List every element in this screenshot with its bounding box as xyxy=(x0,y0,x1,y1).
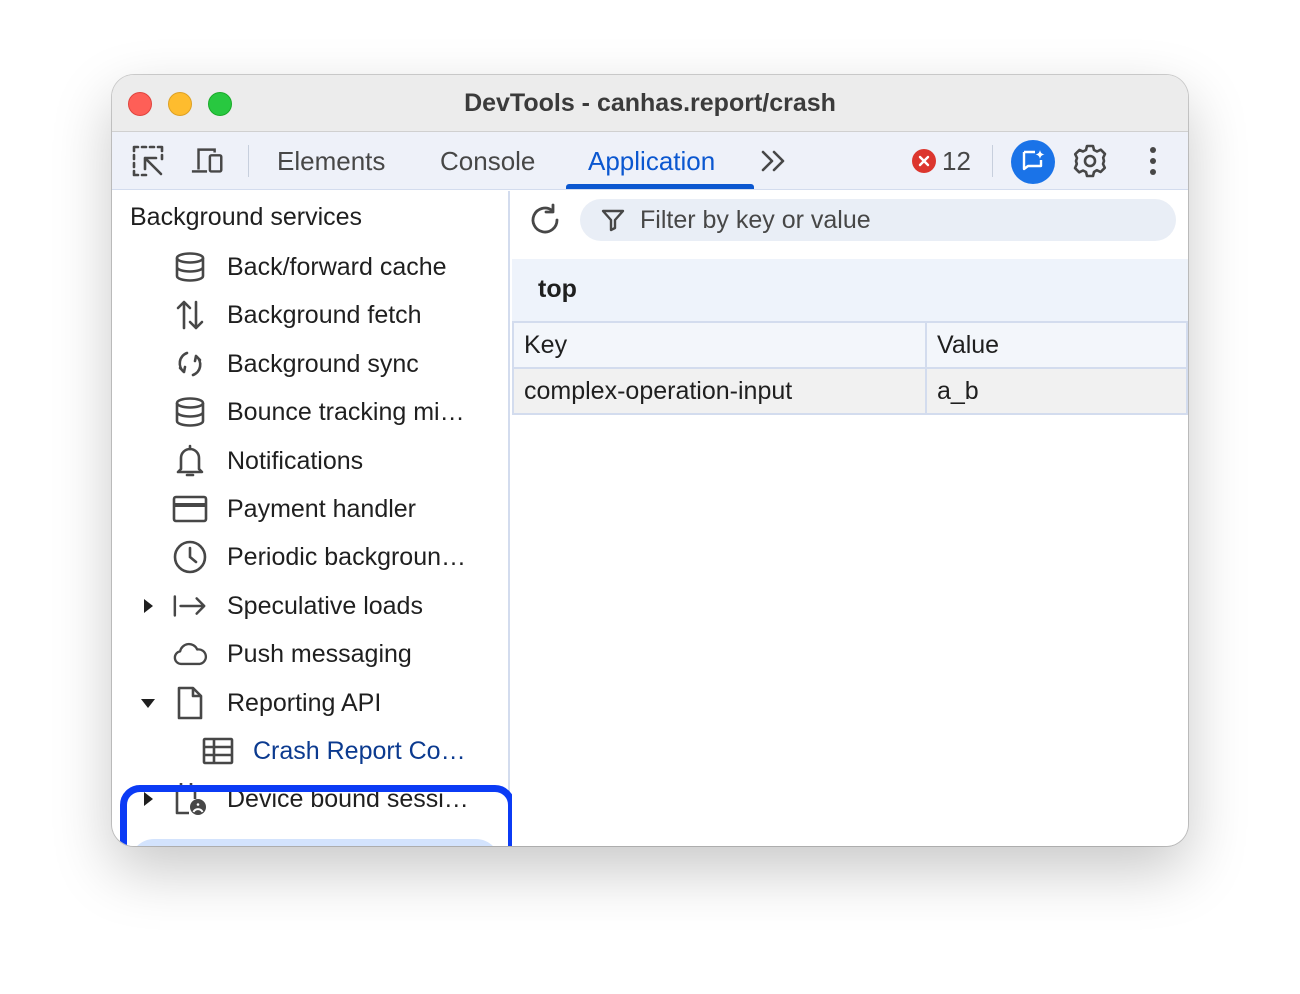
sidebar-item-periodic-background-sync[interactable]: Periodic backgroun… xyxy=(112,534,510,580)
up-down-arrows-icon xyxy=(172,298,208,332)
collapse-arrow-icon[interactable] xyxy=(140,695,156,711)
filter-bar[interactable] xyxy=(580,199,1176,241)
sidebar-item-label: Bounce tracking mi… xyxy=(227,398,465,426)
sidebar-item-label: Notifications xyxy=(227,447,364,475)
sidebar-item-reporting-api[interactable]: Reporting API xyxy=(112,680,510,726)
refresh-icon[interactable] xyxy=(526,201,564,239)
table-cell-value[interactable]: a_b xyxy=(925,367,1188,415)
gear-icon[interactable] xyxy=(1072,144,1108,178)
arrow-right-bar-icon xyxy=(172,589,208,623)
highlight-annotation xyxy=(120,785,515,846)
sidebar-item-label: Back/forward cache xyxy=(227,253,447,281)
title-bar: DevTools - canhas.report/crash xyxy=(112,75,1188,132)
sidebar-item-label: Payment handler xyxy=(227,495,417,523)
table-row[interactable]: complex-operation-input a_b xyxy=(512,367,1188,415)
sidebar-item-payment-handler[interactable]: Payment handler xyxy=(112,486,510,532)
tab-console[interactable]: Console xyxy=(440,146,535,190)
column-header-value[interactable]: Value xyxy=(925,321,1188,369)
sidebar-item-label: Background sync xyxy=(227,350,419,378)
sidebar-item-back-forward-cache[interactable]: Back/forward cache xyxy=(112,244,510,290)
key-value-table: Key Value complex-operation-input a_b xyxy=(512,321,1188,415)
tab-elements[interactable]: Elements xyxy=(277,146,385,190)
sidebar-item-label: Crash Report Co… xyxy=(253,737,466,765)
ai-assistance-button[interactable] xyxy=(1011,140,1055,184)
table-icon xyxy=(200,734,236,768)
sidebar-item-label: Speculative loads xyxy=(227,592,423,620)
error-counter[interactable]: 12 xyxy=(912,145,971,177)
ai-assistance-icon xyxy=(1022,150,1045,171)
expand-arrow-icon[interactable] xyxy=(140,598,156,614)
sidebar-item-push-messaging[interactable]: Push messaging xyxy=(112,631,510,677)
document-icon xyxy=(172,686,208,720)
device-toolbar-icon[interactable] xyxy=(190,144,226,178)
clock-icon xyxy=(172,540,208,574)
sidebar-item-crash-report-context[interactable]: Crash Report Co… xyxy=(112,728,510,774)
window-title: DevTools - canhas.report/crash xyxy=(464,89,836,117)
sidebar-item-notifications[interactable]: Notifications xyxy=(112,438,510,484)
database-icon xyxy=(172,250,208,284)
database-icon xyxy=(172,395,208,429)
table-cell-key[interactable]: complex-operation-input xyxy=(512,367,927,415)
application-sidebar: Background services Back/forward cache B… xyxy=(112,191,515,846)
devtools-window: DevTools - canhas.report/crash Elements … xyxy=(112,75,1188,846)
credit-card-icon xyxy=(172,492,208,526)
devtools-toolbar: Elements Console Application 12 xyxy=(112,132,1188,190)
cloud-icon xyxy=(172,637,208,671)
table-header-row: Key Value xyxy=(512,321,1188,369)
sidebar-item-background-sync[interactable]: Background sync xyxy=(112,341,510,387)
filter-icon xyxy=(600,207,626,233)
sidebar-item-label: Reporting API xyxy=(227,689,382,717)
active-tab-indicator xyxy=(566,184,754,189)
origin-label: top xyxy=(538,275,577,303)
storage-view: top Key Value complex-operation-input a_… xyxy=(512,191,1188,846)
more-vert-icon[interactable] xyxy=(1135,144,1171,178)
origin-header: top xyxy=(512,259,1188,321)
error-count: 12 xyxy=(942,145,971,176)
sidebar-section-title: Background services xyxy=(130,203,363,231)
sidebar-item-label: Periodic backgroun… xyxy=(227,543,467,571)
column-header-key[interactable]: Key xyxy=(512,321,927,369)
bell-icon xyxy=(172,444,208,478)
error-icon xyxy=(912,149,936,173)
toolbar-separator xyxy=(992,145,993,177)
more-tabs-icon[interactable] xyxy=(756,144,792,178)
sync-icon xyxy=(172,347,208,381)
sidebar-item-label: Background fetch xyxy=(227,301,422,329)
filter-input[interactable] xyxy=(640,203,1160,237)
sidebar-item-label: Push messaging xyxy=(227,640,412,668)
inspect-element-icon[interactable] xyxy=(130,144,166,178)
sidebar-item-speculative-loads[interactable]: Speculative loads xyxy=(112,583,510,629)
sidebar-item-background-fetch[interactable]: Background fetch xyxy=(112,292,510,338)
toolbar-separator xyxy=(248,145,249,177)
sidebar-item-bounce-tracking[interactable]: Bounce tracking mi… xyxy=(112,389,510,435)
